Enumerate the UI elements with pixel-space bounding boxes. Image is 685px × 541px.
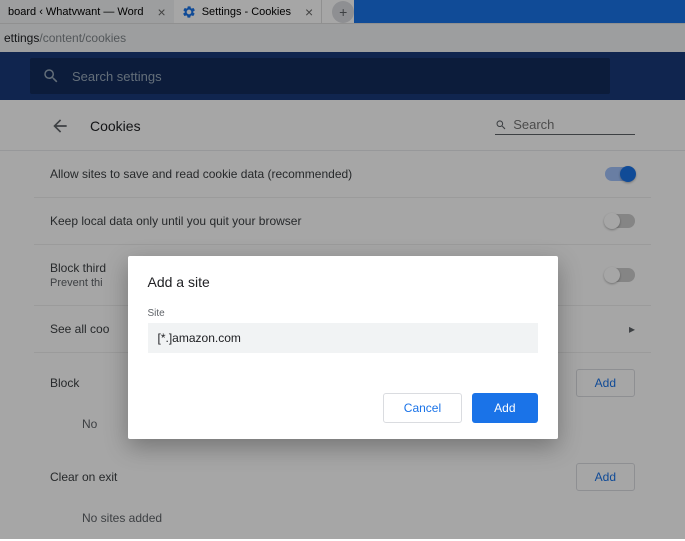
modal-overlay: Add a site Site Cancel Add [0, 0, 685, 539]
add-site-dialog: Add a site Site Cancel Add [128, 256, 558, 439]
dialog-site-label: Site [148, 308, 538, 319]
cancel-button[interactable]: Cancel [383, 393, 462, 423]
add-button[interactable]: Add [472, 393, 537, 423]
site-input[interactable] [148, 323, 538, 353]
dialog-buttons: Cancel Add [148, 393, 538, 423]
dialog-title: Add a site [148, 274, 538, 290]
